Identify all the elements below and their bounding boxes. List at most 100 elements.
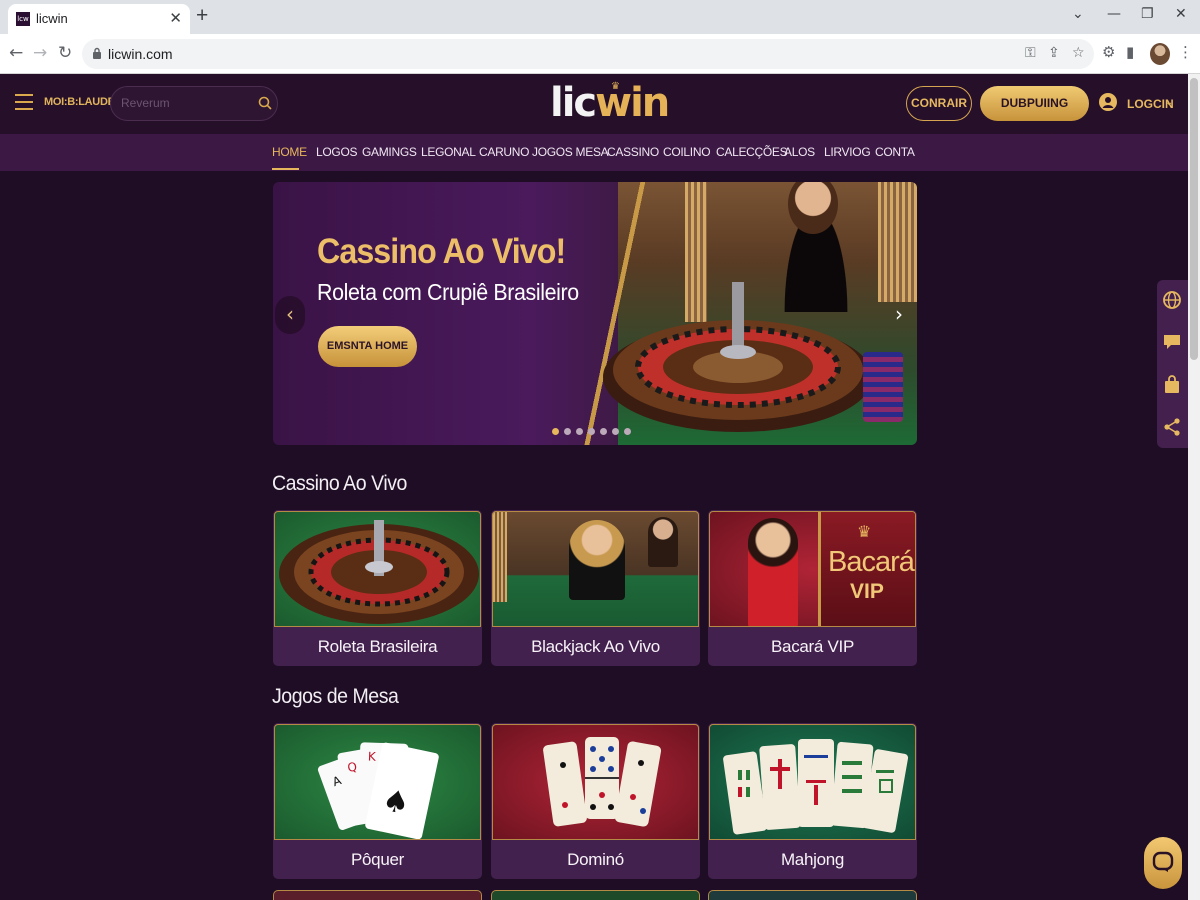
mahjong-thumbnail	[709, 724, 916, 840]
nav-item-alos[interactable]: ALOS	[784, 145, 815, 159]
decorative-pillar	[493, 512, 507, 602]
minimize-icon[interactable]: —	[1107, 6, 1121, 22]
support-chat-icon	[1152, 851, 1174, 872]
domino-thumbnail	[492, 724, 699, 840]
card-label: Bacará VIP	[771, 637, 854, 656]
promo-link[interactable]: MOI:B:LAUDE	[44, 96, 115, 108]
extensions-icon[interactable]: ⚙	[1102, 43, 1115, 61]
secondary-header-button[interactable]: CONRAIR	[906, 86, 972, 121]
card-label: Blackjack Ao Vivo	[531, 637, 660, 656]
nav-item-home[interactable]: HOME	[272, 145, 307, 159]
game-card-poquer[interactable]: A Q K ♠ Pôquer	[273, 723, 482, 879]
carousel-dot[interactable]	[624, 428, 631, 435]
dealer-figure	[569, 520, 625, 600]
dealer-figure	[748, 518, 798, 626]
hero-cta-button[interactable]: EMSNTA HOME	[318, 326, 417, 367]
chat-icon[interactable]	[1162, 332, 1182, 352]
bag-icon[interactable]	[1162, 374, 1182, 394]
bookmark-star-icon[interactable]: ☆	[1072, 45, 1085, 61]
decorative-pillar	[878, 182, 917, 302]
url-text: licwin.com	[108, 46, 173, 62]
nav-item-coilino[interactable]: COILINO	[663, 145, 711, 159]
game-card-partial[interactable]	[708, 890, 917, 900]
dealer-figure	[648, 517, 678, 567]
nav-item-contact[interactable]: CONTAI	[875, 145, 915, 159]
carousel-dot[interactable]	[564, 428, 571, 435]
side-panel-icon[interactable]: ▮	[1126, 43, 1134, 61]
casino-chips	[863, 352, 903, 422]
share-page-icon[interactable]: ⇪	[1048, 45, 1060, 61]
poquer-thumbnail: A Q K ♠	[274, 724, 481, 840]
password-key-icon[interactable]: ⚿	[1025, 45, 1036, 61]
hero-banner[interactable]	[273, 182, 917, 445]
game-card-roleta[interactable]: Roleta Brasileira	[273, 510, 482, 666]
mahjong-tiles-icon	[723, 739, 909, 835]
blackjack-thumbnail	[492, 511, 699, 627]
nav-item-logos[interactable]: LOGOS	[316, 145, 357, 159]
address-bar[interactable]: licwin.com ⚿ ⇪ ☆	[82, 39, 1094, 69]
browser-toolbar: ← → ↻ licwin.com ⚿ ⇪ ☆ ⚙ ▮ ⋮	[0, 34, 1200, 74]
hero-title: Cassino Ao Vivo!	[317, 232, 566, 271]
card-label: Pôquer	[350, 850, 405, 869]
primary-header-button[interactable]: DUBPUIING FANEIR	[980, 86, 1089, 145]
card-label: Mahjong	[780, 850, 845, 869]
site-favicon-icon: lcw	[16, 12, 30, 26]
game-card-domino[interactable]: Dominó	[491, 723, 700, 879]
carousel-dot[interactable]	[600, 428, 607, 435]
carousel-prev-icon[interactable]: ‹	[275, 296, 305, 334]
nav-item-caruno[interactable]: CARUNO	[479, 145, 530, 159]
card-label: Dominó	[567, 850, 624, 869]
nav-item-jogos-mesa[interactable]: JOGOS MESA	[532, 145, 609, 159]
close-tab-icon[interactable]: ✕	[169, 9, 182, 27]
roulette-wheel-icon	[279, 520, 479, 624]
search-icon[interactable]	[258, 96, 272, 110]
browser-tab[interactable]: lcw licwin ✕	[8, 4, 190, 34]
browser-tabbar: lcw licwin ✕ + ⌄ — ❐ ✕	[0, 0, 1200, 34]
site-logo[interactable]: licwin	[550, 80, 670, 126]
game-card-bacara[interactable]: ♛ Bacará VIP Bacará VIP	[708, 510, 917, 666]
window-close-icon[interactable]: ✕	[1175, 6, 1187, 22]
profile-avatar[interactable]	[1150, 43, 1170, 65]
nav-item-gamings[interactable]: GAMINGS	[362, 145, 417, 159]
back-icon[interactable]: ←	[9, 43, 23, 63]
hamburger-icon[interactable]	[15, 94, 33, 110]
reload-icon[interactable]: ↻	[58, 43, 72, 63]
nav-item-legonal[interactable]: LEGONAL	[421, 145, 476, 159]
carousel-next-icon[interactable]: ›	[884, 296, 914, 334]
search-box[interactable]	[110, 86, 278, 121]
nav-item-cassino[interactable]: CASSINO	[607, 145, 659, 159]
logo-text-win: win	[595, 80, 670, 126]
hero-subtitle: Roleta com Crupiê Brasileiro	[317, 279, 579, 305]
browser-menu-icon[interactable]: ⋮	[1178, 43, 1193, 61]
nav-item-lirviog[interactable]: LIRVIOG	[824, 145, 871, 159]
forward-icon[interactable]: →	[33, 43, 47, 63]
card-label: Roleta Brasileira	[317, 637, 438, 656]
chevron-down-icon[interactable]: ⌄	[1165, 97, 1173, 108]
carousel-dot[interactable]	[588, 428, 595, 435]
search-input[interactable]	[121, 96, 251, 110]
game-card-partial[interactable]	[491, 890, 700, 900]
scrollbar-thumb[interactable]	[1190, 78, 1198, 360]
logo-text-lic: lic	[550, 80, 597, 126]
restore-icon[interactable]: ❐	[1141, 6, 1154, 22]
nav-item-caleccoes[interactable]: CALECÇÕES	[716, 145, 788, 159]
bacara-thumbnail: ♛ Bacará VIP	[709, 511, 916, 627]
roulette-wheel-illustration	[603, 282, 873, 432]
game-card-partial[interactable]	[273, 890, 482, 900]
new-tab-icon[interactable]: +	[196, 4, 208, 28]
game-card-blackjack[interactable]: Blackjack Ao Vivo	[491, 510, 700, 666]
user-icon[interactable]	[1099, 93, 1117, 111]
game-card-mahjong[interactable]: Mahjong	[708, 723, 917, 879]
roleta-thumbnail	[274, 511, 481, 627]
carousel-dots	[552, 428, 631, 436]
carousel-dot[interactable]	[612, 428, 619, 435]
tab-search-chevron-icon[interactable]: ⌄	[1072, 6, 1084, 22]
domino-tiles-icon	[543, 737, 662, 827]
share-icon[interactable]	[1162, 417, 1182, 437]
carousel-dot[interactable]	[552, 428, 559, 435]
tab-title: licwin	[36, 11, 68, 26]
crown-icon: ♛	[611, 81, 620, 92]
globe-icon[interactable]	[1162, 290, 1182, 310]
support-chat-button[interactable]	[1144, 837, 1182, 889]
carousel-dot[interactable]	[576, 428, 583, 435]
